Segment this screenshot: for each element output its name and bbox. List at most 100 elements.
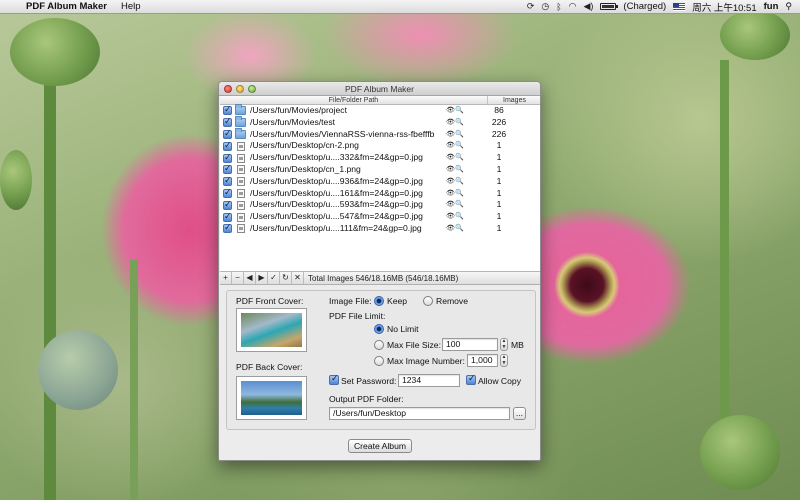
keep-radio[interactable] [374,296,384,306]
wallpaper-stem [44,80,56,500]
time-machine-icon[interactable]: ◷ [541,1,549,12]
table-row[interactable]: /Users/fun/Desktop/u....547&fm=24&gp=0.j… [220,211,540,223]
create-album-button[interactable]: Create Album [348,439,412,453]
move-up-button[interactable]: ◀ [244,272,256,284]
table-row[interactable]: /Users/fun/Desktop/u....593&fm=24&gp=0.j… [220,199,540,211]
close-window-button[interactable] [224,85,232,93]
row-checkbox[interactable] [223,128,232,140]
preview-eye-icon[interactable]: 👁 [446,140,455,152]
set-password-label[interactable]: Set Password: [341,376,396,386]
refresh-button[interactable]: ↻ [280,272,292,284]
row-checkbox[interactable] [223,222,232,234]
preview-eye-icon[interactable]: 👁 [446,164,455,176]
check-all-button[interactable]: ✓ [268,272,280,284]
move-down-button[interactable]: ▶ [256,272,268,284]
table-row[interactable]: /Users/fun/Desktop/cn-2.png 👁🔍 1 [220,140,540,152]
max-image-number-label[interactable]: Max Image Number: [387,356,465,366]
row-checkbox[interactable] [223,187,232,199]
table-header: File/Folder Path Images [220,96,540,105]
allow-copy-label[interactable]: Allow Copy [478,376,521,386]
back-cover-well[interactable] [236,376,307,420]
row-checkbox[interactable] [223,104,232,116]
add-button[interactable]: + [220,272,232,284]
no-limit-label[interactable]: No Limit [387,324,419,334]
row-checkbox[interactable] [223,152,232,163]
reveal-magnifier-icon[interactable]: 🔍 [455,117,464,129]
table-row[interactable]: /Users/fun/Desktop/u....332&fm=24&gp=0.j… [220,152,540,164]
remove-radio-label[interactable]: Remove [436,296,468,306]
max-image-number-stepper[interactable]: ▲ ▼ [500,354,508,367]
reveal-magnifier-icon[interactable]: 🔍 [455,164,464,176]
row-checkbox[interactable] [223,163,232,175]
minimize-window-button[interactable] [236,85,244,93]
image-file-icon [237,165,245,175]
menu-user[interactable]: fun [764,1,779,12]
row-path: /Users/fun/Desktop/cn_1.png [250,163,361,174]
reveal-magnifier-icon[interactable]: 🔍 [455,211,464,223]
table-row[interactable]: /Users/fun/Desktop/u....111&fm=24&gp=0.j… [220,222,540,235]
zoom-window-button[interactable] [248,85,256,93]
max-file-size-input[interactable]: 100 [442,338,498,351]
preview-eye-icon[interactable]: 👁 [446,117,455,129]
column-header-path[interactable]: File/Folder Path [220,96,488,104]
preview-eye-icon[interactable]: 👁 [446,199,455,211]
no-limit-radio[interactable] [374,324,384,334]
row-checkbox[interactable] [223,199,232,211]
password-input[interactable]: 1234 [398,374,460,387]
input-source-flag-icon[interactable] [673,2,686,11]
reveal-magnifier-icon[interactable]: 🔍 [455,140,464,152]
remove-radio[interactable] [423,296,433,306]
spotlight-search-icon[interactable]: ⚲ [785,1,792,12]
sync-icon[interactable]: ⟳ [527,1,535,12]
allow-copy-checkbox[interactable] [466,373,476,385]
table-row[interactable]: /Users/fun/Movies/ViennaRSS-vienna-rss-f… [220,127,540,141]
clear-button[interactable]: ✕ [292,272,304,284]
preview-eye-icon[interactable]: 👁 [446,105,455,117]
browse-folder-button[interactable]: ... [513,407,526,420]
menu-app-name[interactable]: PDF Album Maker [22,1,115,12]
bluetooth-icon[interactable]: ᛒ [556,2,561,12]
row-checkbox[interactable] [223,175,232,187]
file-limit-label: PDF File Limit: [329,311,386,321]
menu-help[interactable]: Help [115,1,147,12]
reveal-magnifier-icon[interactable]: 🔍 [455,199,464,211]
preview-eye-icon[interactable]: 👁 [446,223,455,235]
remove-button[interactable]: − [232,272,244,284]
table-row[interactable]: /Users/fun/Desktop/cn_1.png 👁🔍 1 [220,163,540,176]
table-row[interactable]: /Users/fun/Desktop/u....161&fm=24&gp=0.j… [220,187,540,200]
table-row[interactable]: /Users/fun/Desktop/u....936&fm=24&gp=0.j… [220,175,540,188]
preview-eye-icon[interactable]: 👁 [446,188,455,200]
reveal-magnifier-icon[interactable]: 🔍 [455,152,464,164]
output-folder-input[interactable]: /Users/fun/Desktop [329,407,510,420]
keep-radio-label[interactable]: Keep [387,296,407,306]
max-image-number-input[interactable]: 1,000 [467,354,498,367]
wifi-icon[interactable]: ◠ [569,1,577,12]
table-row[interactable]: /Users/fun/Movies/test 👁🔍 226 [220,116,540,129]
reveal-magnifier-icon[interactable]: 🔍 [455,105,464,117]
volume-icon[interactable]: ◀) [584,1,594,12]
battery-icon[interactable] [600,3,619,10]
max-file-size-radio[interactable] [374,340,384,350]
preview-eye-icon[interactable]: 👁 [446,211,455,223]
reveal-magnifier-icon[interactable]: 🔍 [455,223,464,235]
reveal-magnifier-icon[interactable]: 🔍 [455,176,464,188]
row-checkbox[interactable] [223,116,232,128]
front-cover-well[interactable] [236,308,307,352]
reveal-magnifier-icon[interactable]: 🔍 [455,129,464,141]
max-file-size-stepper[interactable]: ▲ ▼ [500,338,508,351]
max-image-number-radio[interactable] [374,356,384,366]
file-table[interactable]: File/Folder Path Images /Users/fun/Movie… [220,96,540,272]
reveal-magnifier-icon[interactable]: 🔍 [455,188,464,200]
max-file-size-label[interactable]: Max File Size: [387,340,441,350]
window-titlebar[interactable]: PDF Album Maker [219,82,540,96]
row-checkbox[interactable] [223,211,232,222]
table-row[interactable]: /Users/fun/Movies/project 👁🔍 86 [220,104,540,117]
preview-eye-icon[interactable]: 👁 [446,129,455,141]
menu-clock[interactable]: 周六 上午10:51 [692,0,756,14]
battery-status[interactable]: (Charged) [623,1,666,12]
preview-eye-icon[interactable]: 👁 [446,152,455,164]
row-checkbox[interactable] [223,140,232,152]
set-password-checkbox[interactable] [329,373,339,385]
column-header-images[interactable]: Images [488,96,540,104]
preview-eye-icon[interactable]: 👁 [446,176,455,188]
